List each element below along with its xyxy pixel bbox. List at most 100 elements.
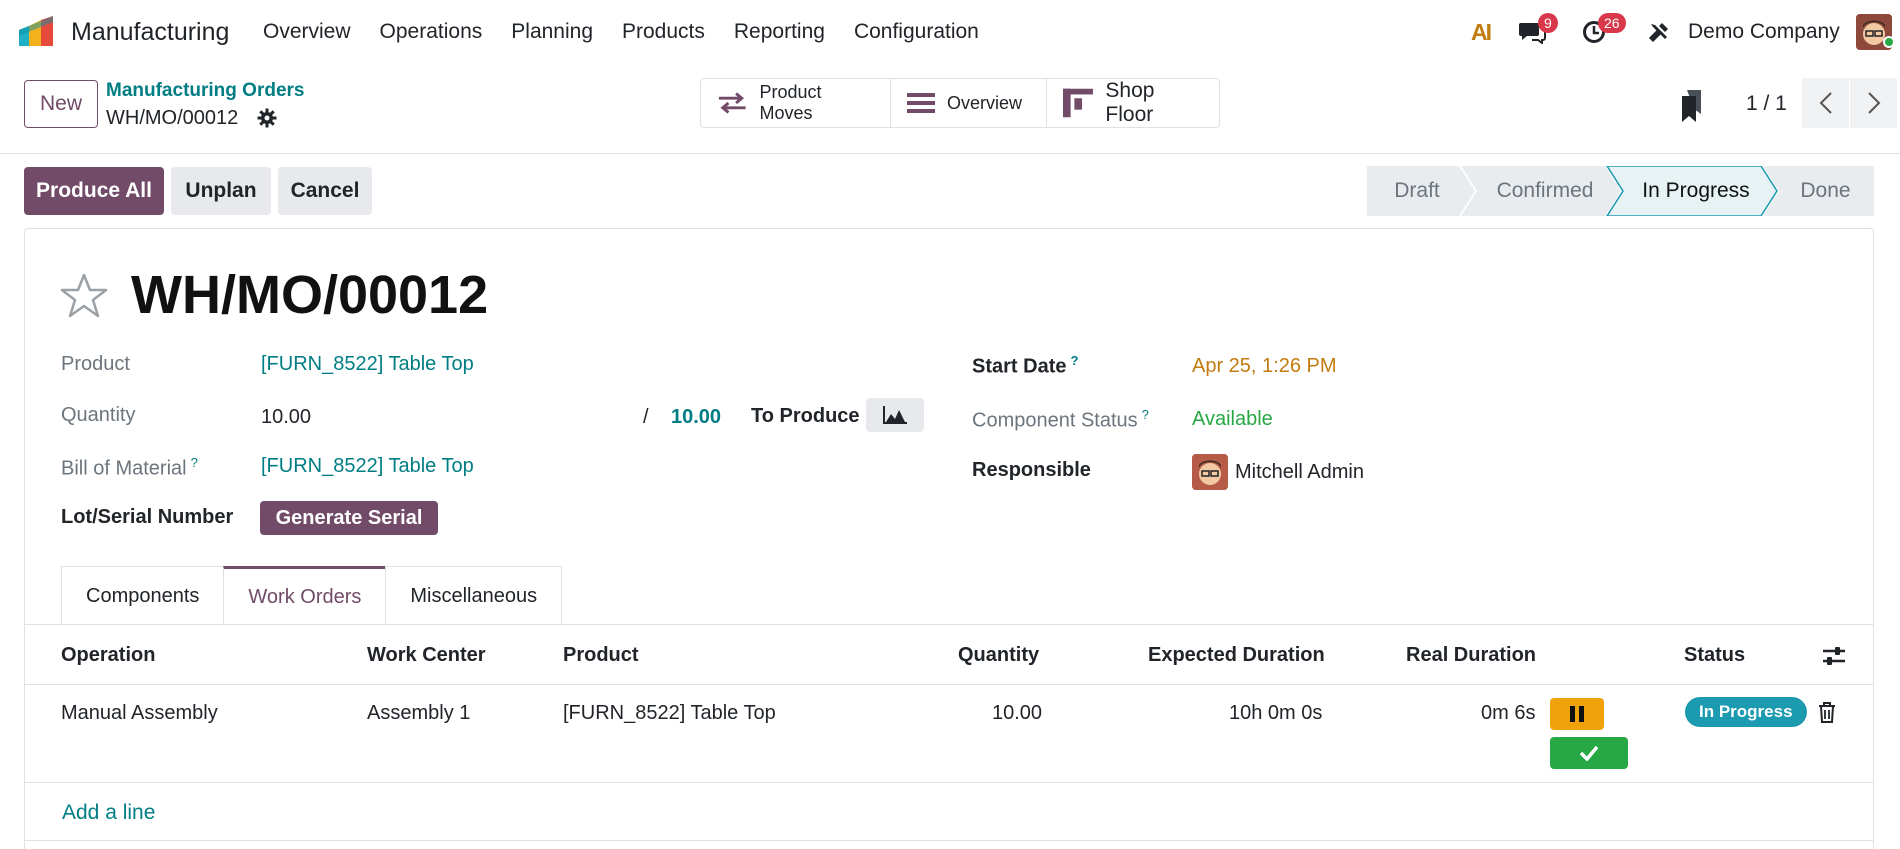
stage-done[interactable]: Done: [1777, 166, 1874, 216]
stage-confirmed[interactable]: Confirmed: [1475, 166, 1615, 216]
product-label: Product: [61, 353, 130, 375]
activities-badge: 26: [1598, 13, 1626, 33]
online-status-dot: [1883, 36, 1895, 48]
bom-help-icon[interactable]: ?: [191, 455, 198, 470]
main-menu: Overview Operations Planning Products Re…: [263, 20, 1008, 44]
shop-floor-icon: [1063, 88, 1094, 118]
record-title: WH/MO/00012: [131, 265, 489, 325]
responsible-avatar: [1192, 454, 1228, 490]
generate-serial-button[interactable]: Generate Serial: [260, 501, 438, 535]
start-date-label: Start Date?: [972, 353, 1078, 379]
forecast-chart-button[interactable]: [866, 398, 924, 432]
col-expected-duration[interactable]: Expected Duration: [1148, 644, 1325, 667]
responsible-field[interactable]: Mitchell Admin: [1235, 461, 1364, 484]
row-expected-duration[interactable]: 10h 0m 0s: [1229, 702, 1322, 725]
unplan-button[interactable]: Unplan: [171, 167, 271, 215]
tab-miscellaneous[interactable]: Miscellaneous: [385, 566, 563, 625]
start-date-help-icon[interactable]: ?: [1070, 353, 1078, 368]
star-icon[interactable]: [60, 272, 108, 320]
trash-icon[interactable]: [1817, 701, 1837, 723]
overview-label: Overview: [947, 92, 1023, 113]
product-moves-smart-button[interactable]: Product Moves: [701, 79, 891, 127]
pause-button[interactable]: [1550, 698, 1604, 730]
component-status-help-icon[interactable]: ?: [1142, 407, 1149, 422]
cancel-button[interactable]: Cancel: [278, 167, 372, 215]
add-line-link[interactable]: Add a line: [62, 801, 155, 825]
stage-in-progress[interactable]: In Progress: [1623, 166, 1769, 216]
menu-planning[interactable]: Planning: [511, 20, 593, 44]
tab-components[interactable]: Components: [61, 566, 225, 625]
smart-buttons: Product Moves Overview Shop Floor: [700, 78, 1220, 128]
pause-icon: [1570, 706, 1584, 722]
row-real-duration[interactable]: 0m 6s: [1481, 702, 1535, 725]
gear-icon[interactable]: [257, 108, 277, 128]
bom-label-text: Bill of Material: [61, 457, 187, 480]
manufacturing-app-icon[interactable]: [19, 16, 61, 46]
pager-buttons: [1802, 78, 1898, 128]
bom-label: Bill of Material?: [61, 455, 198, 481]
product-field[interactable]: [FURN_8522] Table Top: [261, 353, 474, 376]
control-panel: New Manufacturing Orders WH/MO/00012 Pro…: [0, 66, 1900, 154]
breadcrumb-parent[interactable]: Manufacturing Orders: [106, 80, 304, 102]
produce-all-button[interactable]: Produce All: [24, 167, 164, 215]
shop-floor-smart-button[interactable]: Shop Floor: [1047, 79, 1219, 127]
col-status[interactable]: Status: [1684, 644, 1745, 667]
lot-serial-label: Lot/Serial Number: [61, 506, 234, 528]
overview-smart-button[interactable]: Overview: [891, 79, 1047, 127]
check-icon: [1579, 745, 1599, 761]
optional-columns-sliders-icon[interactable]: [1822, 644, 1846, 668]
ai-icon[interactable]: AI: [1471, 19, 1492, 46]
exchange-arrows-icon: [718, 92, 746, 114]
pager-value[interactable]: 1 / 1: [1746, 92, 1787, 116]
new-button[interactable]: New: [24, 80, 98, 128]
quantity-slash: /: [643, 406, 649, 428]
tabs-divider: [24, 624, 1874, 625]
notebook-tabs: Components Work Orders Miscellaneous: [61, 566, 563, 625]
bom-field[interactable]: [FURN_8522] Table Top: [261, 455, 474, 478]
quantity-label: Quantity: [61, 404, 136, 426]
row-product[interactable]: [FURN_8522] Table Top: [563, 702, 776, 725]
list-icon: [907, 93, 935, 113]
company-switcher[interactable]: Demo Company: [1688, 20, 1840, 44]
menu-products[interactable]: Products: [622, 20, 705, 44]
tools-icon[interactable]: [1648, 21, 1670, 43]
chevron-right-icon: [1867, 92, 1880, 114]
mark-done-button[interactable]: [1550, 737, 1628, 769]
col-operation[interactable]: Operation: [61, 644, 155, 667]
product-moves-label: Product Moves: [759, 82, 822, 123]
area-chart-icon: [883, 406, 907, 424]
row-operation[interactable]: Manual Assembly: [61, 702, 218, 725]
breadcrumb-current: WH/MO/00012: [106, 107, 239, 129]
table-bottom-divider: [24, 840, 1874, 841]
to-produce-label: To Produce: [751, 405, 860, 427]
menu-operations[interactable]: Operations: [380, 20, 483, 44]
component-status-label-text: Component Status: [972, 409, 1138, 432]
shop-floor-label: Shop Floor: [1105, 79, 1155, 126]
col-real-duration[interactable]: Real Duration: [1406, 644, 1536, 667]
pager-next-button[interactable]: [1850, 78, 1898, 128]
start-date-label-text: Start Date: [972, 355, 1067, 378]
start-date-field[interactable]: Apr 25, 1:26 PM: [1192, 355, 1337, 378]
quantity-field[interactable]: 10.00: [261, 406, 311, 429]
status-badge: In Progress: [1685, 697, 1807, 727]
responsible-label: Responsible: [972, 459, 1091, 481]
app-name[interactable]: Manufacturing: [71, 18, 229, 47]
stage-draft[interactable]: Draft: [1367, 166, 1467, 216]
header-divider: [24, 684, 1874, 685]
bookmark-icon[interactable]: [1681, 90, 1705, 122]
quantity-to-produce[interactable]: 10.00: [671, 406, 721, 429]
menu-configuration[interactable]: Configuration: [854, 20, 979, 44]
messages-badge: 9: [1538, 13, 1558, 33]
pager-previous-button[interactable]: [1802, 78, 1850, 128]
row-quantity[interactable]: 10.00: [992, 702, 1042, 725]
menu-overview[interactable]: Overview: [263, 20, 351, 44]
col-quantity[interactable]: Quantity: [958, 644, 1039, 667]
menu-reporting[interactable]: Reporting: [734, 20, 825, 44]
col-work-center[interactable]: Work Center: [367, 644, 486, 667]
top-navbar: Manufacturing Overview Operations Planni…: [0, 0, 1900, 66]
chevron-left-icon: [1819, 92, 1832, 114]
tab-work-orders[interactable]: Work Orders: [223, 566, 387, 625]
component-status-label: Component Status?: [972, 407, 1149, 433]
row-work-center[interactable]: Assembly 1: [367, 702, 470, 725]
col-product[interactable]: Product: [563, 644, 639, 667]
